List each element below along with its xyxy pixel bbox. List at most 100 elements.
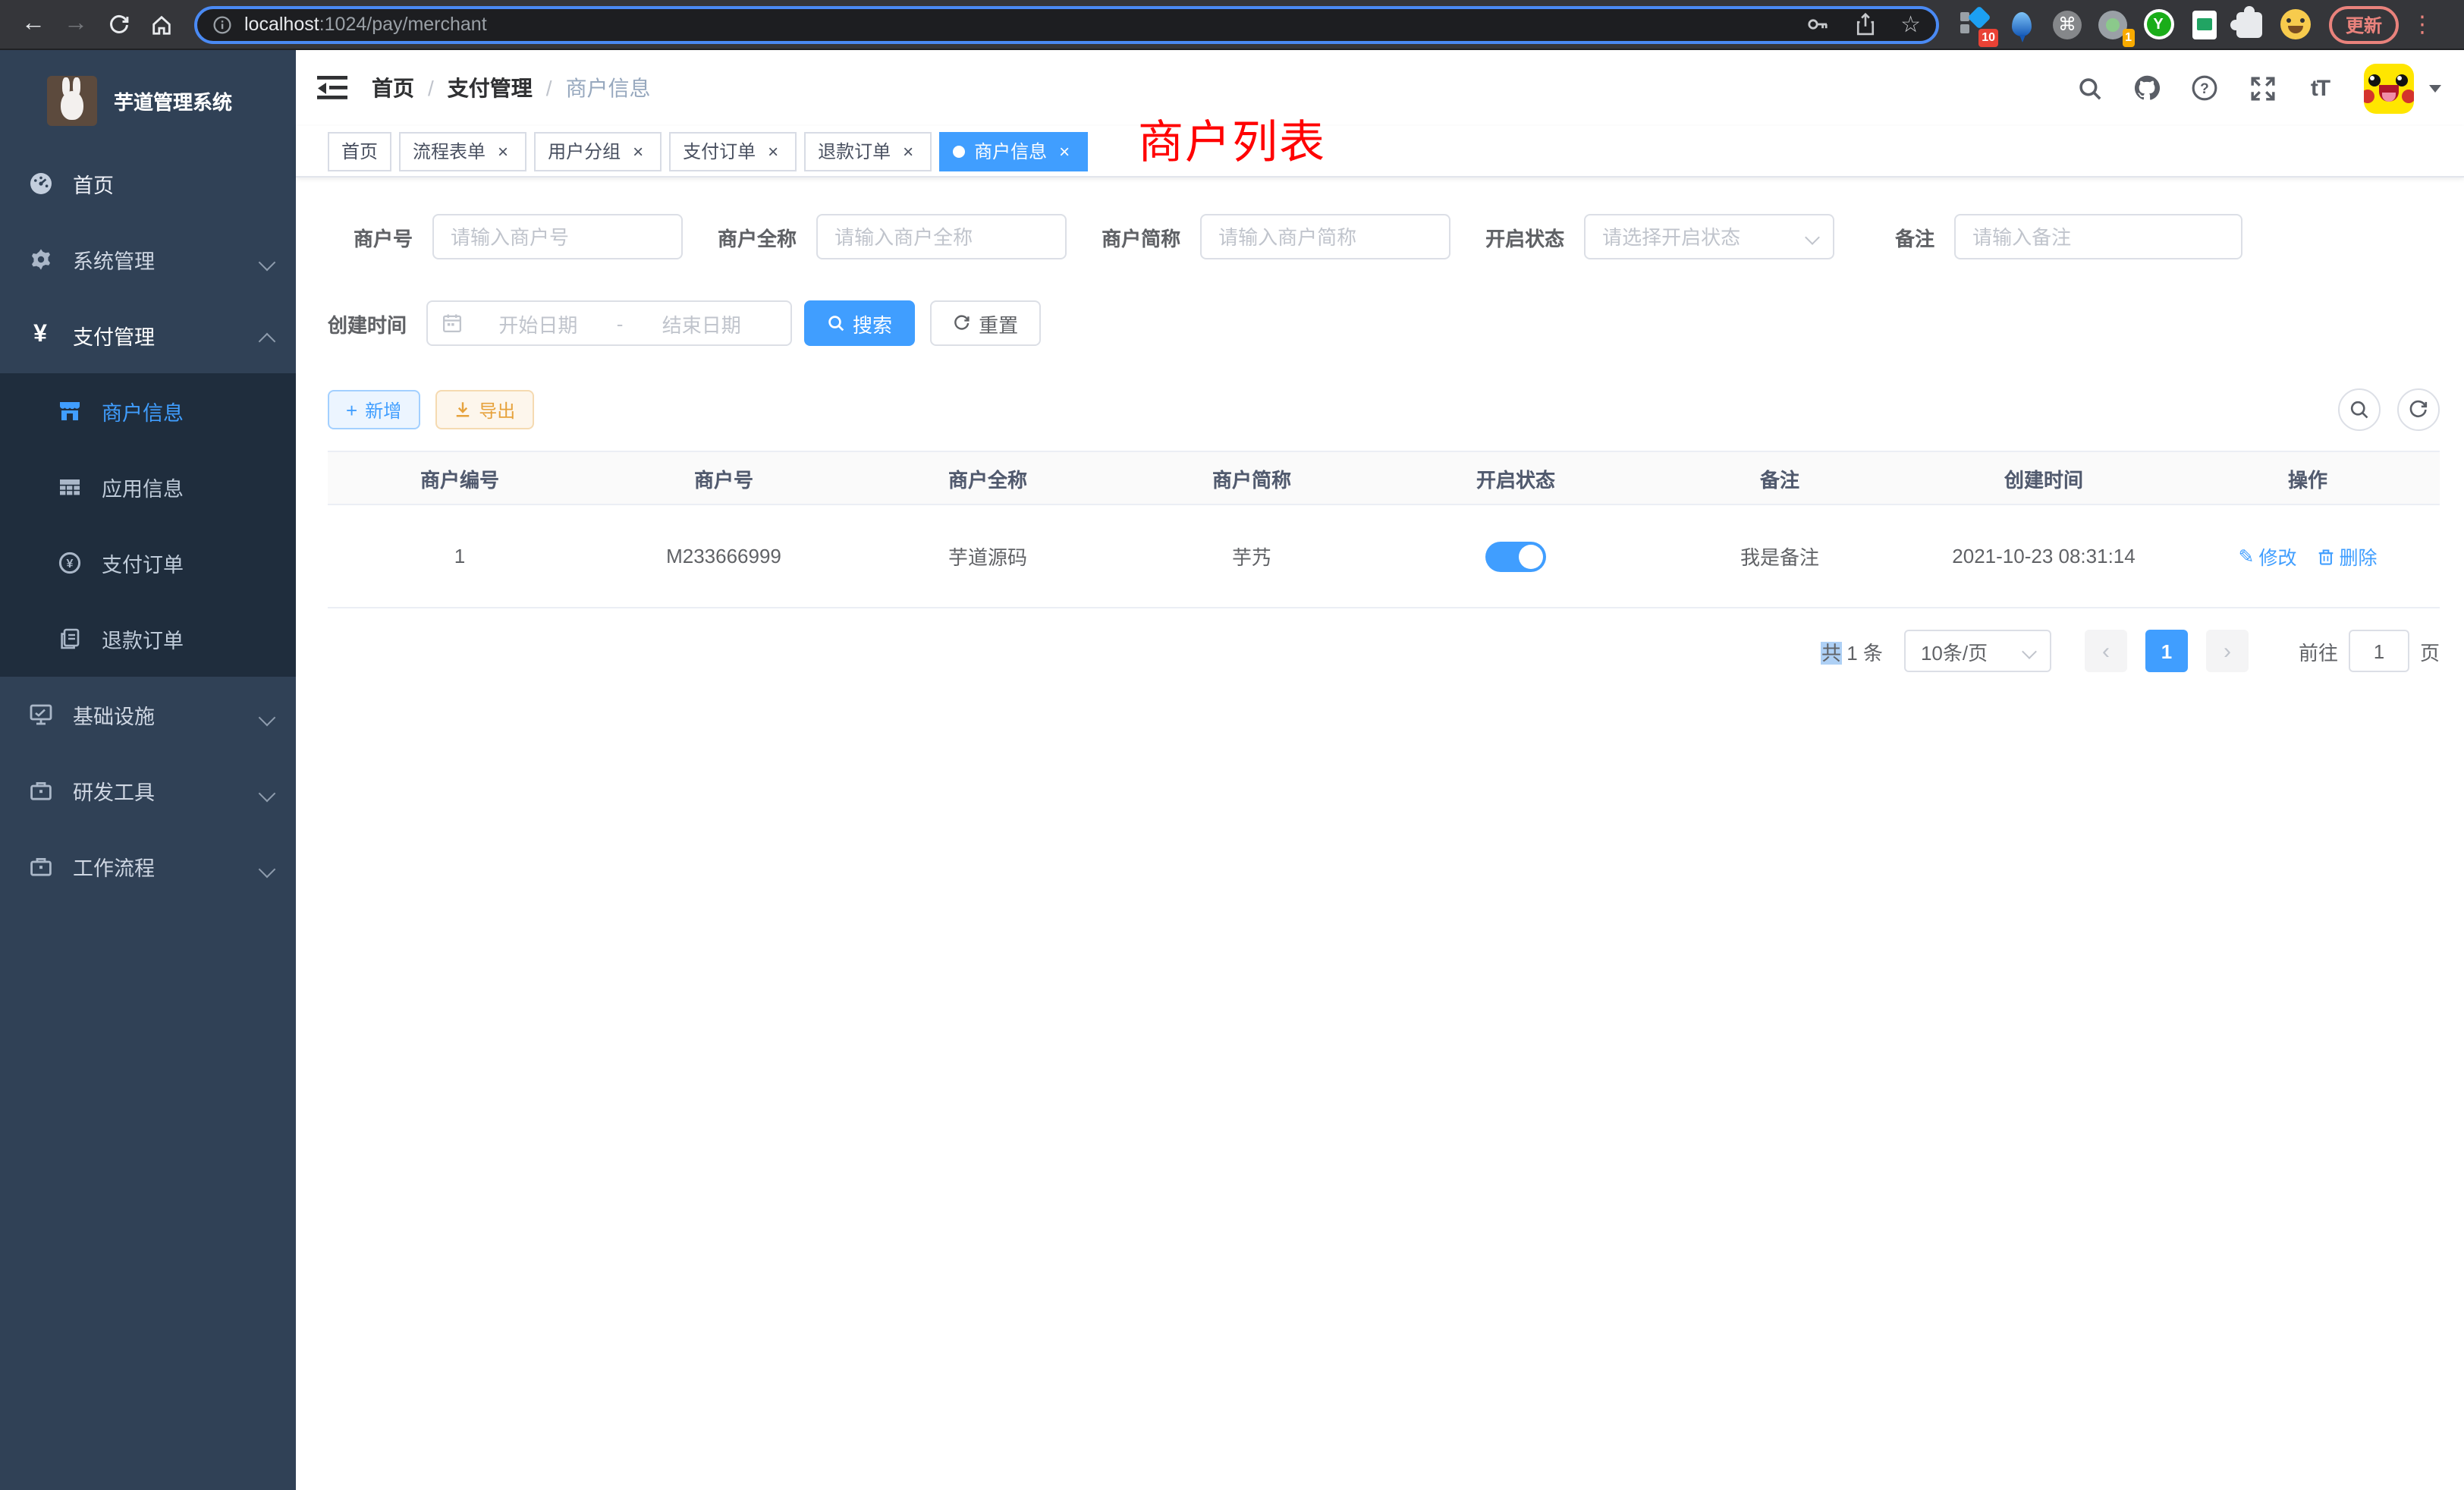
tab-merchant-info[interactable]: 商户信息×: [939, 131, 1088, 171]
toolbar-right: [2338, 388, 2440, 431]
page-number-1[interactable]: 1: [2145, 630, 2188, 672]
merchant-no-input[interactable]: [432, 214, 683, 259]
breadcrumb-separator: /: [546, 76, 552, 100]
browser-toolbar: ← → localhost:1024/pay/merchant ☆ 10 ⌘: [0, 0, 2464, 50]
sidebar-item-refund-order[interactable]: 退款订单: [0, 601, 296, 677]
status-toggle[interactable]: [1485, 541, 1546, 571]
tab-pay-order[interactable]: 支付订单×: [669, 131, 797, 171]
help-icon[interactable]: ?: [2191, 74, 2218, 102]
reset-button[interactable]: 重置: [930, 300, 1041, 346]
goto-label: 前往: [2299, 637, 2338, 665]
search-icon[interactable]: [2076, 74, 2103, 102]
browser-home-button[interactable]: [140, 3, 182, 46]
close-icon[interactable]: ×: [763, 141, 783, 161]
field-label: 创建时间: [328, 309, 407, 338]
extension-tabs-icon[interactable]: 10: [1960, 8, 1992, 40]
browser-reload-button[interactable]: [97, 3, 140, 46]
fullscreen-icon[interactable]: [2249, 74, 2276, 102]
extension-notes-icon[interactable]: [2188, 8, 2220, 40]
tags-view: 首页 流程表单× 用户分组× 支付订单× 退款订单× 商户信息×: [296, 126, 2464, 178]
sidebar-item-pay[interactable]: ¥ 支付管理: [0, 297, 296, 373]
sidebar-collapse-icon[interactable]: [317, 74, 347, 102]
filter-full-name: 商户全称: [718, 214, 1067, 259]
delete-button[interactable]: 删除: [2316, 542, 2377, 571]
page-size-select[interactable]: 10条/页: [1904, 630, 2051, 672]
search-button[interactable]: 搜索: [804, 300, 915, 346]
extension-balloon-icon[interactable]: [2006, 8, 2038, 40]
sidebar-item-system[interactable]: 系统管理: [0, 222, 296, 297]
tab-refund-order[interactable]: 退款订单×: [804, 131, 932, 171]
extension-command-icon[interactable]: ⌘: [2051, 8, 2083, 40]
breadcrumb-pay[interactable]: 支付管理: [448, 73, 533, 103]
svg-text:?: ?: [2200, 81, 2209, 97]
sidebar-item-merchant-info[interactable]: 商户信息: [0, 373, 296, 449]
tab-home[interactable]: 首页: [328, 131, 391, 171]
close-icon[interactable]: ×: [898, 141, 918, 161]
profile-emoji-icon[interactable]: [2279, 8, 2311, 40]
info-icon: [212, 14, 232, 34]
sidebar-item-home[interactable]: 首页: [0, 146, 296, 222]
sidebar-item-label: 应用信息: [102, 472, 184, 502]
field-label: 商户简称: [1102, 222, 1180, 251]
close-icon[interactable]: ×: [493, 141, 513, 161]
date-range-picker[interactable]: 开始日期 - 结束日期: [426, 300, 792, 346]
extension-recorder-icon[interactable]: 1: [2097, 8, 2129, 40]
browser-update-button[interactable]: 更新: [2329, 5, 2399, 43]
browser-menu-icon[interactable]: ⋮: [2411, 11, 2434, 38]
full-name-input[interactable]: [816, 214, 1067, 259]
prev-page-button[interactable]: ‹: [2085, 630, 2127, 672]
font-size-icon[interactable]: tT: [2306, 74, 2334, 102]
next-page-button[interactable]: ›: [2206, 630, 2249, 672]
cell-create-time: 2021-10-23 08:31:14: [1912, 505, 2176, 607]
table-row: 1 M233666999 芋道源码 芋艿 我是备注 2021-10-23 08:…: [328, 505, 2440, 608]
toggle-search-button[interactable]: [2338, 388, 2381, 431]
goto-page-input[interactable]: [2349, 630, 2409, 672]
sidebar-item-label: 支付订单: [102, 548, 184, 578]
extensions-puzzle-icon[interactable]: [2233, 8, 2265, 40]
browser-extensions: 10 ⌘ 1 Y: [1960, 8, 2311, 40]
browser-back-button[interactable]: ←: [12, 3, 55, 46]
range-separator: -: [614, 312, 627, 335]
user-avatar[interactable]: [2364, 63, 2414, 113]
trash-icon: [2316, 547, 2334, 565]
merchant-table: 商户编号 商户号 商户全称 商户简称 开启状态 备注 创建时间 操作 1 M23…: [328, 451, 2440, 608]
password-key-icon[interactable]: [1805, 12, 1829, 36]
remark-input[interactable]: [1954, 214, 2242, 259]
breadcrumb-home[interactable]: 首页: [372, 73, 414, 103]
export-button[interactable]: 导出: [435, 390, 533, 429]
github-icon[interactable]: [2133, 74, 2161, 102]
bookmark-star-icon[interactable]: ☆: [1900, 13, 1921, 36]
cell-short-name: 芋艿: [1120, 505, 1384, 607]
add-button[interactable]: + 新增: [328, 390, 420, 429]
sidebar-item-pay-order[interactable]: ¥ 支付订单: [0, 525, 296, 601]
app-title: 芋道管理系统: [114, 86, 232, 115]
tab-process-form[interactable]: 流程表单×: [399, 131, 526, 171]
share-icon[interactable]: [1853, 12, 1876, 36]
edit-button[interactable]: ✎ 修改: [2238, 542, 2296, 571]
cell-merchant-id: 1: [328, 505, 592, 607]
filter-remark: 备注: [1895, 214, 2242, 259]
close-icon[interactable]: ×: [628, 141, 648, 161]
edit-pencil-icon: ✎: [2238, 545, 2254, 567]
browser-forward-button[interactable]: →: [55, 3, 97, 46]
sidebar-item-workflow[interactable]: 工作流程: [0, 828, 296, 904]
short-name-input[interactable]: [1200, 214, 1450, 259]
sidebar-item-label: 支付管理: [73, 320, 155, 350]
chevron-up-icon: [261, 328, 275, 342]
grid-icon: [56, 475, 82, 499]
status-select[interactable]: [1584, 214, 1834, 259]
sidebar-item-infra[interactable]: 基础设施: [0, 677, 296, 753]
screen: ← → localhost:1024/pay/merchant ☆ 10 ⌘: [0, 0, 2464, 1490]
refresh-table-button[interactable]: [2397, 388, 2440, 431]
logo-row[interactable]: 芋道管理系统: [0, 50, 296, 134]
sidebar-item-dev-tools[interactable]: 研发工具: [0, 753, 296, 828]
chevron-down-icon: [261, 784, 275, 797]
address-bar[interactable]: localhost:1024/pay/merchant ☆: [194, 5, 1939, 43]
extension-y-icon[interactable]: Y: [2142, 8, 2174, 40]
sidebar-item-app-info[interactable]: 应用信息: [0, 449, 296, 525]
tab-user-group[interactable]: 用户分组×: [534, 131, 662, 171]
toolbox-icon: [27, 778, 53, 803]
close-icon[interactable]: ×: [1054, 141, 1074, 161]
filter-row-1: 商户号 商户全称 商户简称 开启状态: [296, 214, 2464, 259]
avatar-caret-icon[interactable]: [2429, 84, 2441, 92]
